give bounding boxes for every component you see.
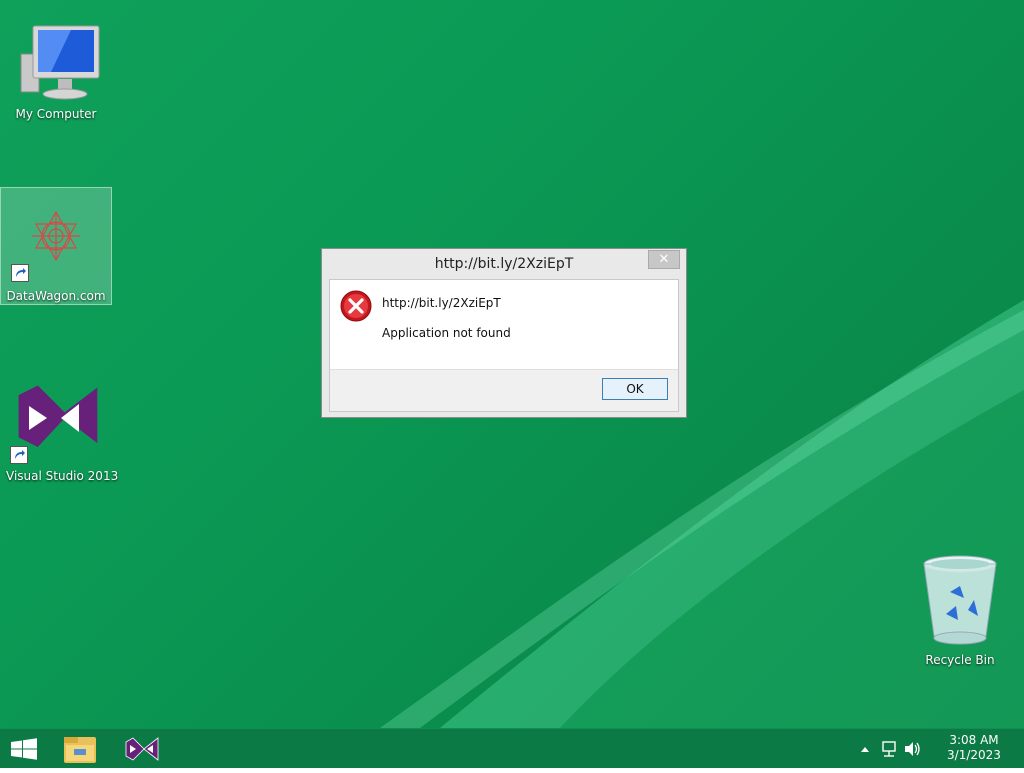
dialog-body: http://bit.ly/2XziEpT Application not fo… — [329, 279, 679, 412]
error-dialog: http://bit.ly/2XziEpT ✕ http://bit.ly/2X… — [321, 248, 687, 418]
show-hidden-icons-chevron[interactable] — [858, 729, 872, 769]
windows-logo-icon — [11, 738, 37, 760]
desktop-icon-label: DataWagon.com — [6, 289, 106, 303]
desktop-icon-my-computer[interactable]: My Computer — [8, 24, 104, 121]
shortcut-arrow-icon — [11, 264, 29, 282]
ok-button[interactable]: OK — [602, 378, 668, 400]
desktop-icon-label: Visual Studio 2013 — [6, 469, 119, 483]
clock-time: 3:08 AM — [949, 733, 999, 747]
dialog-close-button[interactable]: ✕ — [648, 250, 680, 269]
taskbar: 3:08 AM 3/1/2023 — [0, 728, 1024, 768]
volume-icon[interactable] — [902, 729, 922, 769]
visual-studio-icon — [125, 737, 159, 761]
dialog-title[interactable]: http://bit.ly/2XziEpT — [322, 249, 686, 279]
start-button[interactable] — [0, 729, 48, 769]
network-icon[interactable] — [880, 729, 898, 769]
system-tray: 3:08 AM 3/1/2023 — [854, 729, 1024, 769]
shortcut-arrow-icon — [10, 446, 28, 464]
desktop: My Computer DataWagon.com Visual Studio … — [0, 0, 1024, 728]
dialog-message-text: Application not found — [382, 326, 511, 340]
visual-studio-taskbar-button[interactable] — [118, 729, 166, 769]
desktop-icon-label: My Computer — [15, 107, 97, 121]
recycle-bin-icon — [923, 555, 997, 645]
dialog-footer: OK — [330, 369, 678, 411]
datawagon-logo-icon — [32, 210, 80, 262]
dialog-url-text: http://bit.ly/2XziEpT — [382, 296, 501, 310]
desktop-icon-recycle-bin[interactable]: Recycle Bin — [912, 552, 1008, 667]
clock-date: 3/1/2023 — [947, 748, 1001, 762]
file-explorer-icon — [64, 737, 96, 763]
error-icon — [340, 290, 372, 322]
desktop-icon-datawagon[interactable]: DataWagon.com — [0, 187, 112, 305]
desktop-icon-label: Recycle Bin — [925, 653, 995, 667]
computer-icon — [20, 25, 100, 100]
taskbar-clock[interactable]: 3:08 AM 3/1/2023 — [944, 733, 1004, 763]
file-explorer-taskbar-button[interactable] — [56, 729, 104, 769]
desktop-icon-visual-studio[interactable]: Visual Studio 2013 — [6, 374, 119, 483]
